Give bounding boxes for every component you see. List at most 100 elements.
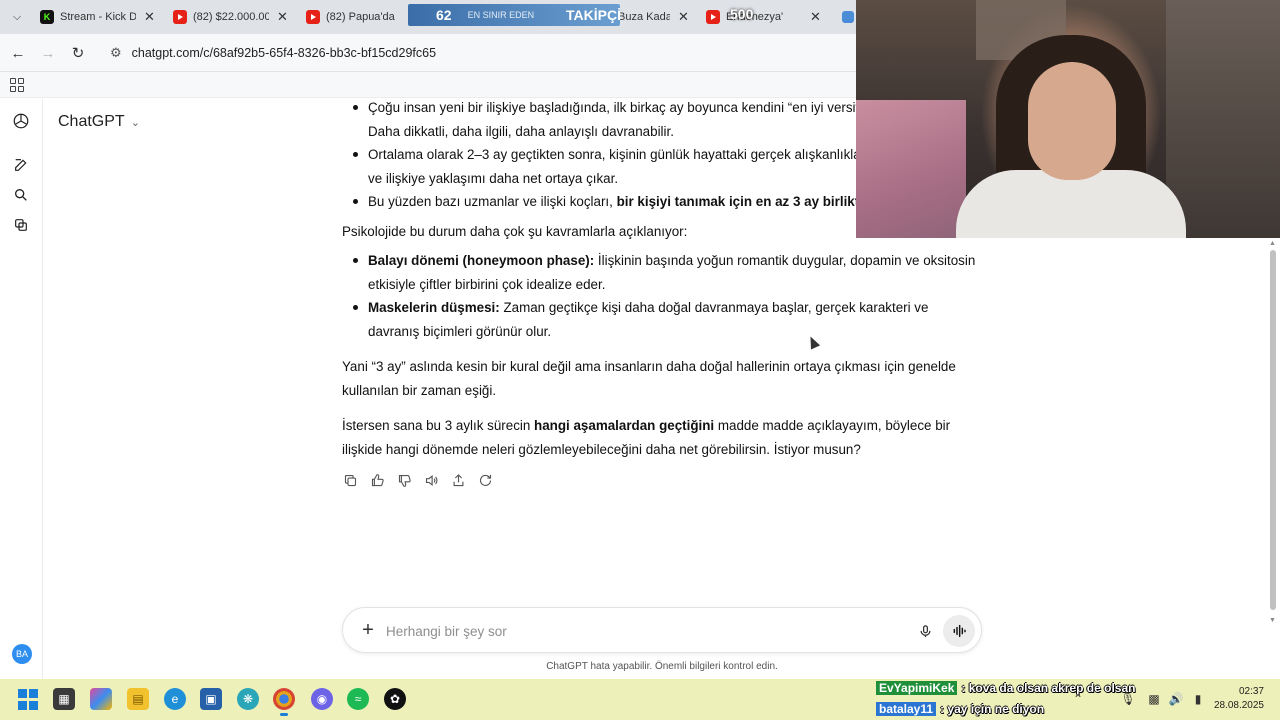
chat-username: batalay11	[876, 702, 937, 716]
list-item: Balayı dönemi (honeymoon phase): İlişkin…	[342, 249, 982, 296]
task-view-icon[interactable]: ▦	[53, 688, 75, 710]
follower-goal: 500	[730, 6, 754, 22]
attach-button[interactable]: +	[357, 619, 379, 641]
youtube-favicon-icon	[706, 10, 720, 24]
address-bar[interactable]: ⚙ chatgpt.com/c/68af92b5-65f4-8326-bb3c-…	[100, 38, 860, 68]
tab-title: (82) $22.000.000	[193, 11, 269, 23]
model-name-label: ChatGPT	[58, 113, 125, 130]
copy-button[interactable]	[342, 472, 359, 489]
reload-icon: ↻	[71, 45, 85, 62]
search-icon[interactable]	[11, 185, 31, 205]
spotify-icon[interactable]: ≈	[347, 688, 369, 710]
thumbs-down-button[interactable]	[396, 472, 413, 489]
system-tray: ⌃ 🎙 ▩ 🔊 ▮ 02:37 28.08.2025	[1066, 679, 1280, 720]
reload-button[interactable]: ↻	[68, 43, 88, 63]
store-icon[interactable]: ▣	[200, 688, 222, 710]
term-bold: Maskelerin düşmesi:	[368, 300, 500, 315]
tab-kick-stream[interactable]: K Stream - Kick Da ✕	[34, 4, 161, 30]
discord-icon[interactable]: ◉	[311, 688, 333, 710]
clock-date: 28.08.2025	[1213, 700, 1264, 711]
list-item-bold: bir kişiyi tanımak için en az 3 ay birli…	[616, 194, 878, 209]
close-icon[interactable]: ✕	[277, 9, 288, 25]
refresh-icon	[480, 474, 492, 486]
chat-text: yay için ne diyon	[947, 702, 1045, 716]
site-settings-icon[interactable]: ⚙	[110, 45, 122, 61]
term-bold: Balayı dönemi (honeymoon phase):	[368, 253, 595, 268]
battery-icon[interactable]: ▮	[1190, 691, 1206, 707]
offer-text: İstersen sana bu 3 aylık sürecin	[342, 418, 535, 433]
webcam-overlay	[856, 0, 1280, 238]
taskbar-clock[interactable]: 02:37 28.08.2025	[1214, 685, 1264, 713]
sidebar-rail: BA	[0, 99, 43, 679]
apps-grid-icon[interactable]	[10, 78, 24, 92]
back-button[interactable]: ←	[8, 43, 28, 63]
thumbs-up-icon	[371, 474, 384, 487]
forward-button[interactable]: →	[38, 43, 58, 63]
tab-youtube-4[interactable]: Endonezya' ✕	[700, 4, 827, 30]
favicon-icon	[842, 11, 854, 23]
openai-logo-icon[interactable]	[11, 111, 31, 131]
stream-follower-overlay: 62 EN SINIR EDEN TAKİPÇİ	[408, 4, 621, 26]
list-item-text: Bu yüzden bazı uzmanlar ve ilişki koçlar…	[368, 194, 617, 209]
edge-browser-icon[interactable]: e	[164, 688, 186, 710]
kick-favicon-icon: K	[40, 10, 54, 24]
prompt-composer: +	[342, 607, 982, 653]
tab-title: (82) Papua'da Çı	[326, 11, 396, 23]
tab-title: Stream - Kick Da	[60, 11, 136, 23]
new-chat-icon[interactable]	[11, 155, 31, 175]
offer-paragraph: İstersen sana bu 3 aylık sürecin hangi a…	[342, 414, 982, 461]
url-text: chatgpt.com/c/68af92b5-65f4-8326-bb3c-bf…	[131, 46, 437, 60]
close-icon[interactable]: ✕	[810, 9, 821, 25]
arrow-right-icon: →	[40, 44, 56, 62]
plus-icon: +	[362, 619, 374, 641]
chevron-down-icon: ⌵	[12, 10, 22, 23]
youtube-favicon-icon	[173, 10, 187, 24]
tab-youtube-2[interactable]: (82) Papua'da Çı	[300, 4, 402, 30]
disclaimer-text: ChatGPT hata yapabilir. Önemli bilgileri…	[546, 661, 778, 672]
copy-icon	[344, 474, 357, 487]
network-icon[interactable]: ▩	[1146, 691, 1162, 707]
youtube-favicon-icon	[306, 10, 320, 24]
follower-count-left: 62	[436, 7, 452, 23]
arrow-left-icon: ←	[10, 44, 26, 62]
page-scrollbar[interactable]: ▲ ▼	[1267, 240, 1279, 624]
app-icon[interactable]: ✿	[384, 688, 406, 710]
share-icon	[453, 474, 464, 487]
clock-time: 02:37	[1238, 686, 1264, 697]
chat-separator: :	[961, 681, 966, 695]
close-icon[interactable]: ✕	[144, 9, 155, 25]
scroll-down-icon[interactable]: ▼	[1269, 617, 1276, 624]
tab-title: Buza Kadar	[618, 11, 670, 23]
share-button[interactable]	[450, 472, 467, 489]
prompt-input[interactable]	[386, 621, 906, 641]
tab-youtube-1[interactable]: (82) $22.000.000 ✕	[167, 4, 294, 30]
thumbs-up-button[interactable]	[369, 472, 386, 489]
bullet-list-2: Balayı dönemi (honeymoon phase): İlişkin…	[342, 249, 982, 343]
regenerate-button[interactable]	[477, 472, 494, 489]
copilot-icon[interactable]	[90, 688, 112, 710]
microphone-icon	[920, 624, 930, 637]
tab-youtube-3[interactable]: Buza Kadar ✕	[612, 4, 695, 30]
volume-icon[interactable]: 🔊	[1168, 691, 1184, 707]
scroll-up-icon[interactable]: ▲	[1269, 240, 1276, 247]
user-avatar[interactable]: BA	[12, 644, 32, 664]
voice-mode-button[interactable]	[943, 615, 975, 647]
chrome-icon[interactable]	[273, 688, 295, 716]
start-button[interactable]	[17, 688, 39, 710]
voice-waveform-icon	[953, 624, 966, 638]
library-icon[interactable]	[11, 215, 31, 235]
dictate-button[interactable]	[914, 620, 936, 642]
scrollbar-thumb[interactable]	[1270, 250, 1276, 610]
chat-username: EvYapimiKek	[876, 681, 958, 695]
model-selector[interactable]: ChatGPT ⌄	[58, 113, 140, 131]
settings-app-icon[interactable]: ❋	[237, 688, 259, 710]
chevron-up-icon[interactable]: ⌃	[1070, 691, 1086, 707]
chevron-down-icon: ⌄	[130, 116, 140, 129]
tab-search-button[interactable]: ⌵	[6, 6, 28, 28]
close-icon[interactable]: ✕	[678, 9, 689, 25]
file-explorer-icon[interactable]: ▤	[127, 688, 149, 710]
chat-separator: :	[940, 702, 945, 716]
read-aloud-button[interactable]	[423, 472, 440, 489]
list-item: Maskelerin düşmesi: Zaman geçtikçe kişi …	[342, 296, 982, 343]
microphone-tray-icon[interactable]: 🎙	[1120, 691, 1136, 707]
